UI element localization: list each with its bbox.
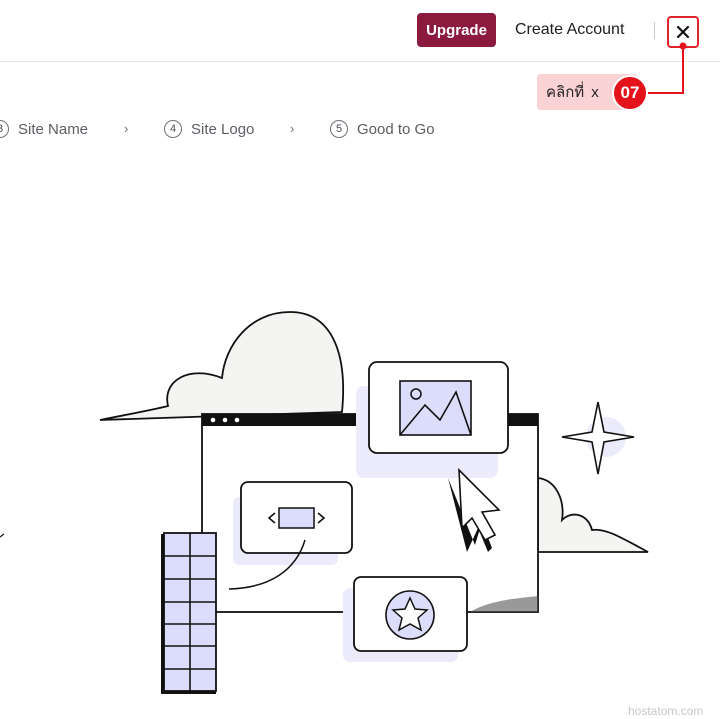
step-site-name[interactable]: 3 Site Name xyxy=(0,117,88,141)
sparkle-icon xyxy=(561,401,635,475)
close-button[interactable] xyxy=(667,16,699,48)
chevron-right-icon: › xyxy=(290,121,295,136)
cloud-right-illustration xyxy=(537,476,649,553)
chevron-right-icon: › xyxy=(124,121,129,136)
close-icon xyxy=(676,25,690,39)
website-builder-illustration xyxy=(0,311,649,694)
watermark: hostatom.com xyxy=(628,704,704,718)
step-number: 4 xyxy=(164,120,182,138)
top-bar: Upgrade Create Account xyxy=(0,0,720,62)
star-card-illustration xyxy=(343,576,468,662)
step-site-logo[interactable]: 4 Site Logo xyxy=(164,117,254,141)
header-divider xyxy=(654,22,655,39)
step-label: Good to Go xyxy=(357,120,435,138)
image-card-illustration xyxy=(356,361,509,478)
upgrade-button[interactable]: Upgrade xyxy=(417,13,496,47)
wizard-steps: 3 Site Name › 4 Site Logo › 5 Good to Go xyxy=(0,117,720,141)
tutorial-step-badge: 07 xyxy=(612,75,648,111)
image-icon xyxy=(399,380,472,436)
step-number: 3 xyxy=(0,120,9,138)
step-label: Site Name xyxy=(18,120,89,138)
decorative-mark xyxy=(0,533,5,538)
grid-panel-illustration xyxy=(161,532,217,694)
step-number: 5 xyxy=(330,120,348,138)
cloud-left-illustration xyxy=(99,311,344,421)
step-good-to-go[interactable]: 5 Good to Go xyxy=(330,117,435,141)
create-account-link[interactable]: Create Account xyxy=(515,20,624,40)
star-icon xyxy=(385,590,435,640)
tooltip-text: คลิกที่ xyxy=(546,83,585,101)
step-label: Site Logo xyxy=(191,120,255,138)
tooltip-x: x xyxy=(591,83,599,101)
